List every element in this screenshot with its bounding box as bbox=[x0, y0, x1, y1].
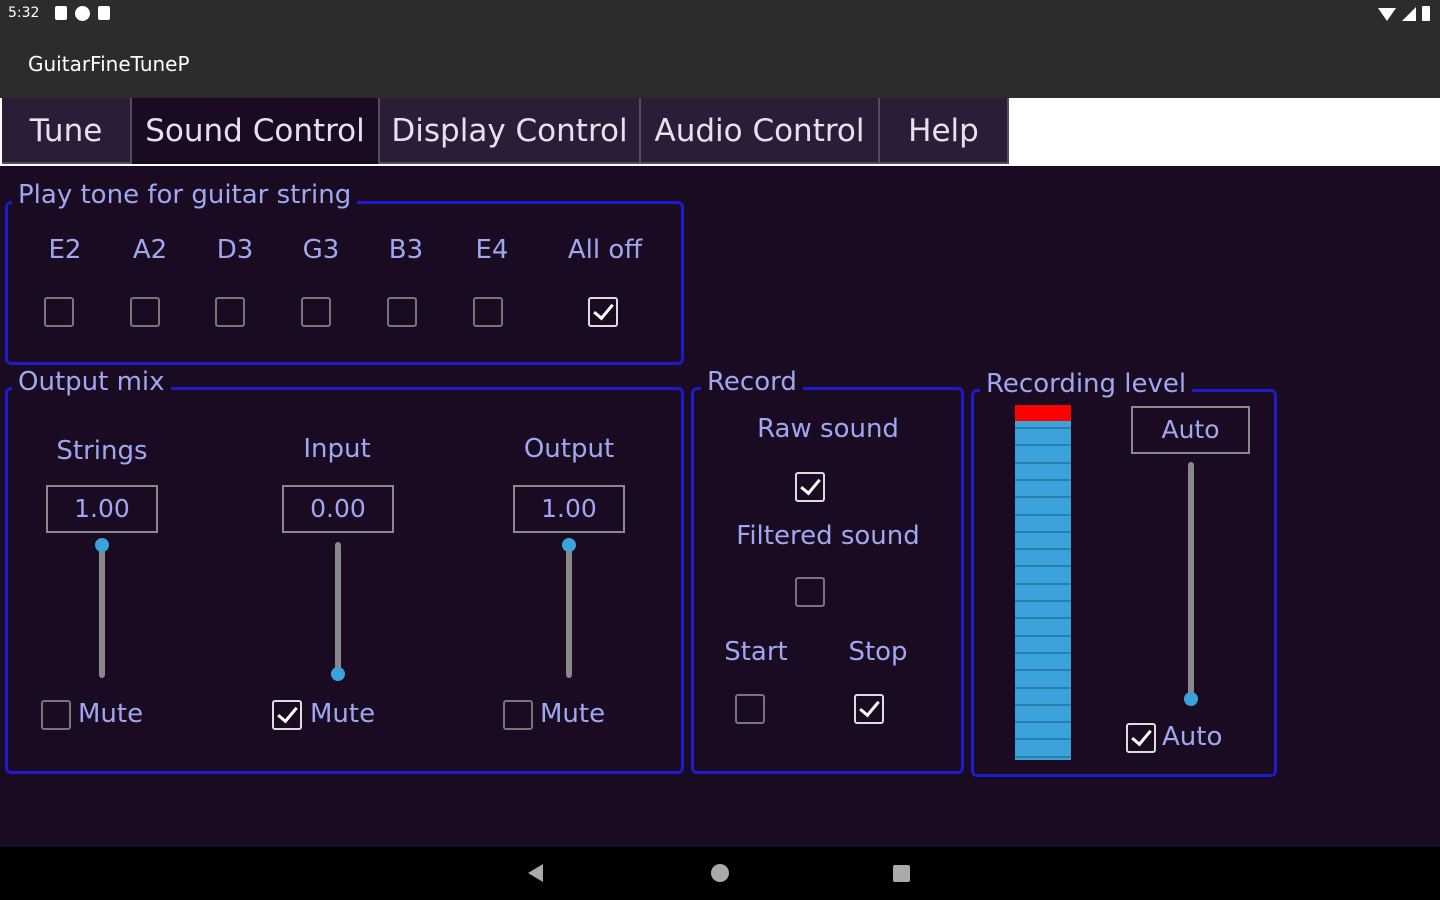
meter-segment bbox=[1015, 686, 1071, 689]
output-value-box[interactable]: 1.00 bbox=[513, 485, 625, 533]
strings-mute-checkbox[interactable] bbox=[41, 700, 71, 730]
tab-bar: Tune Sound Control Display Control Audio… bbox=[0, 98, 1440, 166]
g3-checkbox[interactable] bbox=[301, 297, 331, 327]
home-icon[interactable] bbox=[711, 864, 729, 882]
app-notification-icon bbox=[75, 6, 90, 21]
wifi-icon bbox=[1378, 8, 1396, 21]
app-title: GuitarFineTuneP bbox=[28, 52, 190, 76]
status-time: 5:32 bbox=[8, 5, 40, 21]
meter-segment bbox=[1015, 461, 1071, 464]
meter-peak-indicator bbox=[1015, 405, 1071, 421]
auto-gain-checkbox[interactable] bbox=[1126, 723, 1156, 753]
meter-segment bbox=[1015, 478, 1071, 481]
string-label-b3: B3 bbox=[388, 235, 424, 265]
tab-help[interactable]: Help bbox=[880, 98, 1009, 164]
input-label: Input bbox=[303, 434, 371, 464]
meter-segment bbox=[1015, 651, 1071, 654]
app-bar: GuitarFineTuneP bbox=[0, 28, 1440, 98]
meter-segment bbox=[1015, 600, 1071, 602]
status-bar: 5:32 bbox=[0, 0, 1440, 28]
strings-value-box[interactable]: 1.00 bbox=[46, 485, 158, 533]
input-mute-label: Mute bbox=[310, 699, 376, 729]
meter-segment bbox=[1015, 669, 1071, 672]
start-checkbox[interactable] bbox=[735, 694, 765, 724]
filtered-sound-checkbox[interactable] bbox=[795, 577, 825, 607]
gain-slider-track[interactable] bbox=[1188, 462, 1194, 702]
stop-checkbox[interactable] bbox=[854, 694, 884, 724]
string-label-all-off: All off bbox=[567, 235, 643, 265]
record-legend: Record bbox=[701, 367, 803, 397]
sd-card-icon bbox=[98, 6, 110, 20]
d3-checkbox[interactable] bbox=[215, 297, 245, 327]
output-label: Output bbox=[523, 434, 615, 464]
system-icons bbox=[1378, 6, 1430, 21]
output-mix-legend: Output mix bbox=[12, 367, 171, 397]
all-off-checkbox[interactable] bbox=[588, 297, 618, 327]
input-slider-thumb[interactable] bbox=[331, 667, 345, 681]
start-label: Start bbox=[724, 637, 788, 667]
notification-icons bbox=[55, 6, 110, 21]
tab-sound-control[interactable]: Sound Control bbox=[130, 98, 380, 164]
meter-segment bbox=[1015, 513, 1071, 516]
meter-segment bbox=[1015, 755, 1071, 758]
a2-checkbox[interactable] bbox=[130, 297, 160, 327]
gain-slider-thumb[interactable] bbox=[1184, 692, 1198, 706]
input-mute-checkbox[interactable] bbox=[272, 700, 302, 730]
tab-audio-control[interactable]: Audio Control bbox=[641, 98, 880, 164]
string-label-e2: E2 bbox=[48, 235, 82, 265]
tab-tune[interactable]: Tune bbox=[2, 98, 132, 164]
gain-value-box[interactable]: Auto bbox=[1131, 406, 1250, 454]
play-tone-group bbox=[5, 201, 684, 365]
recording-level-meter bbox=[1015, 405, 1071, 760]
meter-segment bbox=[1015, 496, 1071, 499]
record-group bbox=[691, 387, 964, 774]
output-slider-track[interactable] bbox=[566, 542, 572, 678]
meter-segment bbox=[1015, 565, 1071, 568]
strings-slider-thumb[interactable] bbox=[95, 538, 109, 552]
back-icon[interactable] bbox=[528, 864, 543, 882]
meter-segment bbox=[1015, 703, 1071, 706]
filtered-sound-label: Filtered sound bbox=[736, 521, 920, 551]
tab-display-control[interactable]: Display Control bbox=[380, 98, 641, 164]
input-slider-track[interactable] bbox=[335, 542, 341, 678]
string-label-d3: D3 bbox=[216, 235, 254, 265]
meter-segment bbox=[1015, 530, 1071, 533]
output-mute-checkbox[interactable] bbox=[503, 700, 533, 730]
b3-checkbox[interactable] bbox=[387, 297, 417, 327]
recents-icon[interactable] bbox=[893, 865, 910, 882]
raw-sound-checkbox[interactable] bbox=[795, 472, 825, 502]
notification-icon bbox=[55, 6, 67, 20]
output-slider-thumb[interactable] bbox=[562, 538, 576, 552]
meter-segment bbox=[1015, 738, 1071, 741]
output-mute-label: Mute bbox=[540, 699, 606, 729]
meter-segment bbox=[1015, 548, 1071, 551]
strings-label: Strings bbox=[56, 436, 148, 466]
e2-checkbox[interactable] bbox=[44, 297, 74, 327]
battery-icon bbox=[1422, 6, 1430, 21]
raw-sound-label: Raw sound bbox=[757, 414, 899, 444]
signal-icon bbox=[1402, 7, 1416, 21]
meter-segment bbox=[1015, 582, 1071, 585]
e4-checkbox[interactable] bbox=[473, 297, 503, 327]
string-label-e4: E4 bbox=[475, 235, 509, 265]
strings-mute-label: Mute bbox=[78, 699, 144, 729]
strings-slider-track[interactable] bbox=[99, 542, 105, 678]
meter-segment bbox=[1015, 427, 1071, 429]
string-label-g3: G3 bbox=[302, 235, 340, 265]
meter-segment bbox=[1015, 444, 1071, 447]
recording-level-legend: Recording level bbox=[980, 369, 1193, 399]
auto-gain-label: Auto bbox=[1162, 722, 1223, 752]
input-value-box[interactable]: 0.00 bbox=[282, 485, 394, 533]
play-tone-legend: Play tone for guitar string bbox=[12, 180, 358, 210]
meter-segment bbox=[1015, 721, 1071, 724]
string-label-a2: A2 bbox=[132, 235, 168, 265]
stop-label: Stop bbox=[848, 637, 908, 667]
meter-segment bbox=[1015, 634, 1071, 637]
system-nav-bar bbox=[0, 847, 1440, 900]
meter-segment bbox=[1015, 617, 1071, 620]
